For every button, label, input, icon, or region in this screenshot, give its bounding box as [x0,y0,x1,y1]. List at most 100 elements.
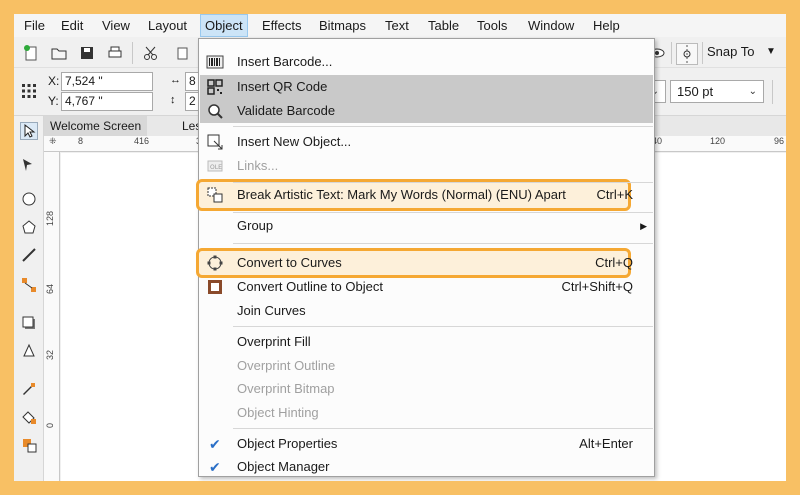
check-icon: ✔ [209,459,221,475]
menu-item-convert-to-curves[interactable]: Convert to Curves Ctrl+Q [200,251,653,275]
print-icon[interactable] [106,44,124,62]
menu-bitmaps[interactable]: Bitmaps [315,14,370,37]
menu-item-label: Object Properties [237,436,338,451]
save-icon[interactable] [78,44,96,62]
svg-text:OLE: OLE [210,164,222,171]
validate-barcode-icon [208,104,223,119]
menu-item-label: Insert Barcode... [237,54,333,69]
menu-item-label: Overprint Outline [237,358,336,373]
menu-item-label: Overprint Bitmap [237,381,335,396]
menu-item-links[interactable]: OLE Links... [200,154,653,178]
object-menu: Insert Barcode... Insert QR Code Validat… [196,38,655,479]
ruler-label: 32 [45,349,55,360]
menu-item-label: Convert to Curves [237,255,342,270]
menu-item-join-curves[interactable]: Join Curves [200,299,653,323]
y-position-field[interactable]: 4,767 " [61,92,153,111]
menu-item-shortcut: Ctrl+Shift+Q [561,279,633,294]
menu-table[interactable]: Table [424,14,463,37]
qr-code-icon [207,79,223,95]
menu-item-label: Join Curves [237,303,306,318]
ole-icon: OLE [207,160,223,172]
x-position-field[interactable]: 7,524 " [61,72,153,91]
menu-help[interactable]: Help [589,14,624,37]
copy-icon[interactable] [174,44,192,62]
font-size-dropdown[interactable]: 150 pt ⌄ [670,80,764,103]
menu-item-label: Group [237,218,274,233]
menu-item-label: Convert Outline to Object [237,279,383,294]
menu-item-label: Validate Barcode [237,103,336,118]
height-icon: ↕ [170,94,176,106]
menu-item-object-manager[interactable]: ✔ Object Manager [200,455,653,479]
vertical-ruler: 128 64 32 0 [44,152,60,481]
y-label: Y: [48,94,59,108]
menu-item-object-properties[interactable]: ✔ Object Properties Alt+Enter [200,432,653,456]
menu-window[interactable]: Window [524,14,578,37]
ruler-label: 8 [78,136,84,146]
menu-item-validate-barcode[interactable]: Validate Barcode [200,99,653,123]
ruler-label: 96 [774,136,785,146]
show-guides-icon[interactable] [676,43,698,65]
interactive-fill-tool-icon[interactable] [20,408,38,426]
snap-to-dropdown[interactable]: Snap To [707,41,754,63]
ellipse-tool-icon[interactable] [20,190,38,208]
insert-object-icon [207,134,223,150]
menu-item-convert-outline[interactable]: Convert Outline to Object Ctrl+Shift+Q [200,275,653,299]
tab-welcome-screen[interactable]: Welcome Screen [44,116,148,136]
menu-item-label: Insert QR Code [237,79,328,94]
menu-item-label: Object Manager [237,459,330,474]
convert-curves-icon [207,255,223,271]
ruler-label: 128 [45,210,55,226]
font-size-value: 150 pt [677,84,714,99]
width-field[interactable]: 8 [185,72,199,91]
menu-item-group[interactable]: Group ▶ [200,214,653,238]
new-document-icon[interactable] [22,44,40,62]
break-apart-icon [207,187,223,203]
menu-tools[interactable]: Tools [473,14,511,37]
pick-tool-icon[interactable] [20,122,38,140]
object-origin-icon[interactable] [20,82,38,100]
menu-item-label: Insert New Object... [237,134,352,149]
connector-tool-icon[interactable] [20,276,38,294]
transparency-tool-icon[interactable] [20,342,38,360]
menu-item-object-hinting[interactable]: Object Hinting [200,401,653,425]
menu-bar: File Edit View Layout Object Effects Bit… [14,14,786,37]
ruler-label: 416 [134,136,150,146]
x-label: X: [48,74,60,88]
menu-object[interactable]: Object [200,14,248,37]
menu-item-insert-new-object[interactable]: Insert New Object... [200,130,653,154]
barcode-icon [206,55,224,69]
menu-item-insert-qr-code[interactable]: Insert QR Code [200,75,653,99]
menu-layout[interactable]: Layout [144,14,191,37]
ruler-label: 120 [710,136,726,146]
menu-item-overprint-outline[interactable]: Overprint Outline [200,354,653,378]
smart-fill-tool-icon[interactable] [20,436,38,454]
menu-item-overprint-fill[interactable]: Overprint Fill [200,330,653,354]
outline-object-icon [208,280,222,294]
polygon-tool-icon[interactable] [20,218,38,236]
menu-effects[interactable]: Effects [258,14,306,37]
menu-item-label: Break Artistic Text: Mark My Words (Norm… [237,187,566,202]
submenu-arrow-icon: ▶ [640,221,647,231]
cut-icon[interactable] [142,44,160,62]
chevron-down-icon[interactable]: ▼ [766,41,776,63]
menu-item-insert-barcode[interactable]: Insert Barcode... [200,50,653,74]
menu-edit[interactable]: Edit [57,14,87,37]
app-window: File Edit View Layout Object Effects Bit… [14,14,786,481]
check-icon: ✔ [209,436,221,452]
eyedropper-tool-icon[interactable] [20,380,38,398]
open-folder-icon[interactable] [50,44,68,62]
menu-text[interactable]: Text [381,14,413,37]
menu-view[interactable]: View [98,14,134,37]
dimension-tool-icon[interactable] [20,246,38,264]
menu-item-label: Object Hinting [237,405,319,420]
menu-file[interactable]: File [20,14,49,37]
height-field[interactable]: 2 [185,92,199,111]
width-icon: ↔ [170,74,181,86]
menu-item-break-apart[interactable]: Break Artistic Text: Mark My Words (Norm… [200,183,653,207]
shape-tool-icon[interactable] [20,156,38,174]
menu-item-shortcut: Alt+Enter [579,436,633,451]
chevron-down-icon: ⌄ [748,86,757,97]
ruler-origin-icon: ⁜ [49,136,57,146]
menu-item-overprint-bitmap[interactable]: Overprint Bitmap [200,377,653,401]
drop-shadow-tool-icon[interactable] [20,314,38,332]
